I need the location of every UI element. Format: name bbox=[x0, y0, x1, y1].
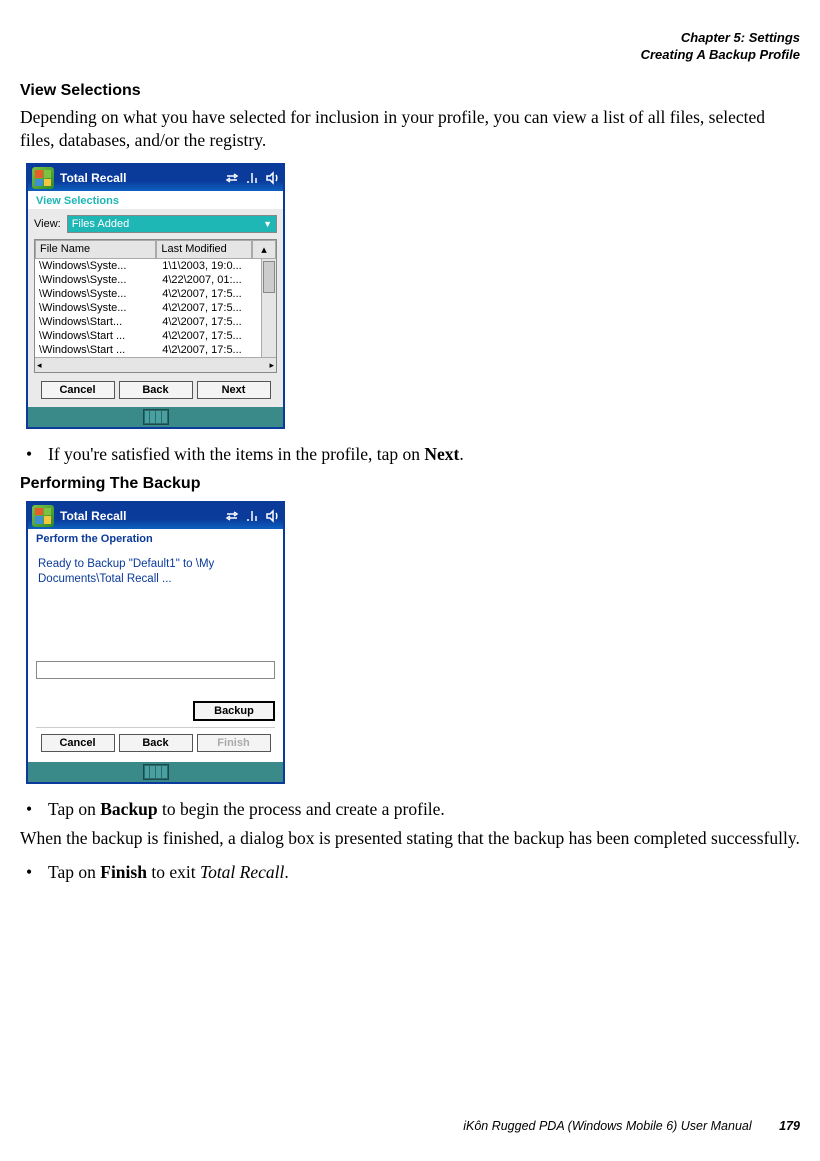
horizontal-scrollbar[interactable]: ◂▸ bbox=[35, 357, 276, 372]
progress-bar bbox=[36, 661, 275, 679]
signal-icon[interactable] bbox=[245, 171, 259, 185]
page-footer: iKôn Rugged PDA (Windows Mobile 6) User … bbox=[20, 1119, 800, 1133]
screenshot-view-selections: Total Recall View Selections View: Files… bbox=[26, 163, 285, 429]
volume-icon[interactable] bbox=[265, 171, 279, 185]
titlebar: Total Recall bbox=[28, 503, 283, 529]
app-title: Total Recall bbox=[60, 509, 219, 523]
screen-subtitle: Perform the Operation bbox=[28, 529, 283, 547]
status-message: Ready to Backup "Default1" to \My Docume… bbox=[36, 555, 275, 591]
app-title: Total Recall bbox=[60, 171, 219, 185]
file-table: File Name Last Modified ▴ \Windows\Syste… bbox=[34, 239, 277, 373]
start-icon[interactable] bbox=[32, 505, 54, 527]
scroll-up-button[interactable]: ▴ bbox=[252, 240, 276, 259]
volume-icon[interactable] bbox=[265, 509, 279, 523]
screenshot-perform-operation: Total Recall Perform the Operation Ready… bbox=[26, 501, 285, 784]
column-file-name[interactable]: File Name bbox=[35, 240, 156, 259]
system-tray bbox=[225, 509, 279, 523]
table-row[interactable]: \Windows\Syste...4\2\2007, 17:5... bbox=[35, 301, 261, 315]
bullet-finish: Tap on Finish to exit Total Recall. bbox=[20, 861, 800, 885]
column-last-modified[interactable]: Last Modified bbox=[156, 240, 252, 259]
footer-text: iKôn Rugged PDA (Windows Mobile 6) User … bbox=[463, 1119, 751, 1133]
intro-paragraph: Depending on what you have selected for … bbox=[20, 106, 800, 153]
start-icon[interactable] bbox=[32, 167, 54, 189]
system-tray bbox=[225, 171, 279, 185]
heading-view-selections: View Selections bbox=[20, 82, 800, 100]
next-button[interactable]: Next bbox=[197, 381, 271, 399]
soft-key-bar bbox=[28, 407, 283, 427]
bullet-backup: Tap on Backup to begin the process and c… bbox=[20, 798, 800, 822]
cancel-button[interactable]: Cancel bbox=[41, 734, 115, 752]
backup-button[interactable]: Backup bbox=[193, 701, 275, 721]
heading-performing-backup: Performing The Backup bbox=[20, 475, 800, 493]
vertical-scrollbar[interactable] bbox=[261, 259, 276, 357]
titlebar: Total Recall bbox=[28, 165, 283, 191]
table-row[interactable]: \Windows\Syste...1\1\2003, 19:0... bbox=[35, 259, 261, 273]
table-row[interactable]: \Windows\Start ...4\2\2007, 17:5... bbox=[35, 343, 261, 357]
soft-key-bar bbox=[28, 762, 283, 782]
screen-subtitle: View Selections bbox=[28, 191, 283, 209]
screen-body: Ready to Backup "Default1" to \My Docume… bbox=[28, 547, 283, 762]
keyboard-icon[interactable] bbox=[143, 764, 169, 780]
back-button[interactable]: Back bbox=[119, 381, 193, 399]
table-row[interactable]: \Windows\Start ...4\2\2007, 17:5... bbox=[35, 329, 261, 343]
view-dropdown-value: Files Added bbox=[72, 218, 129, 230]
keyboard-icon[interactable] bbox=[143, 409, 169, 425]
table-row[interactable]: \Windows\Start...4\2\2007, 17:5... bbox=[35, 315, 261, 329]
back-button[interactable]: Back bbox=[119, 734, 193, 752]
section-label: Creating A Backup Profile bbox=[20, 47, 800, 64]
chevron-down-icon: ▼ bbox=[263, 219, 272, 229]
signal-icon[interactable] bbox=[245, 509, 259, 523]
screen-body: View: Files Added ▼ File Name Last Modif… bbox=[28, 209, 283, 407]
bullet-next: If you're satisfied with the items in th… bbox=[20, 443, 800, 467]
manual-page: Chapter 5: Settings Creating A Backup Pr… bbox=[0, 0, 820, 1161]
connectivity-icon[interactable] bbox=[225, 171, 239, 185]
running-header: Chapter 5: Settings Creating A Backup Pr… bbox=[20, 30, 800, 64]
finish-button[interactable]: Finish bbox=[197, 734, 271, 752]
chapter-label: Chapter 5: Settings bbox=[20, 30, 800, 47]
finish-paragraph: When the backup is finished, a dialog bo… bbox=[20, 827, 800, 851]
view-label: View: bbox=[34, 218, 61, 230]
table-row[interactable]: \Windows\Syste...4\2\2007, 17:5... bbox=[35, 287, 261, 301]
cancel-button[interactable]: Cancel bbox=[41, 381, 115, 399]
page-number: 179 bbox=[779, 1119, 800, 1133]
view-dropdown[interactable]: Files Added ▼ bbox=[67, 215, 277, 233]
connectivity-icon[interactable] bbox=[225, 509, 239, 523]
table-row[interactable]: \Windows\Syste...4\22\2007, 01:... bbox=[35, 273, 261, 287]
